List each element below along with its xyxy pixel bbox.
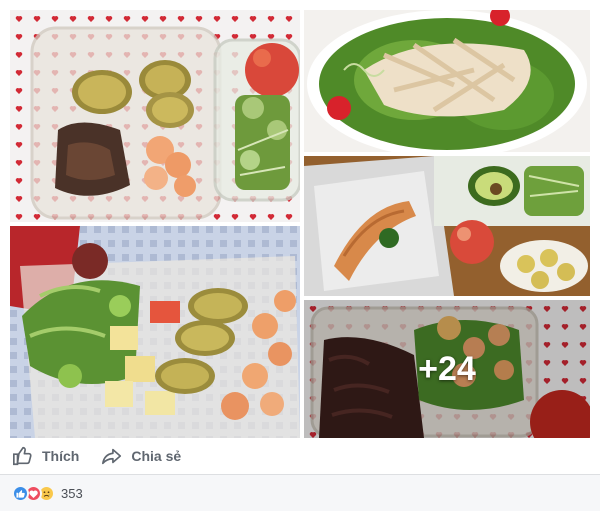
like-reaction-icon	[12, 484, 29, 502]
like-label: Thích	[42, 448, 80, 464]
photo-1[interactable]	[10, 10, 300, 222]
photo-4[interactable]	[10, 226, 300, 438]
reaction-count[interactable]: 353	[61, 486, 83, 501]
photo-3-image	[304, 156, 590, 296]
photo-5-more[interactable]: +24	[304, 300, 590, 438]
photo-2-image	[304, 10, 590, 152]
photo-4-image	[10, 226, 300, 438]
photo-2[interactable]	[304, 10, 590, 152]
like-button[interactable]: Thích	[12, 445, 79, 467]
share-button[interactable]: Chia sẻ	[101, 445, 181, 467]
photo-grid: +24	[0, 0, 600, 440]
more-photos-count: +24	[418, 349, 476, 388]
share-arrow-icon	[102, 448, 122, 465]
share-label: Chia sẻ	[131, 448, 182, 464]
reaction-icons[interactable]	[12, 484, 55, 502]
photo-1-image	[10, 10, 300, 222]
more-photos-overlay[interactable]: +24	[304, 300, 590, 438]
post-actions-bar: Thích Chia sẻ	[0, 440, 600, 472]
photo-3[interactable]	[304, 156, 590, 296]
reactions-summary: 353	[0, 475, 600, 511]
thumbs-up-icon	[13, 446, 32, 466]
